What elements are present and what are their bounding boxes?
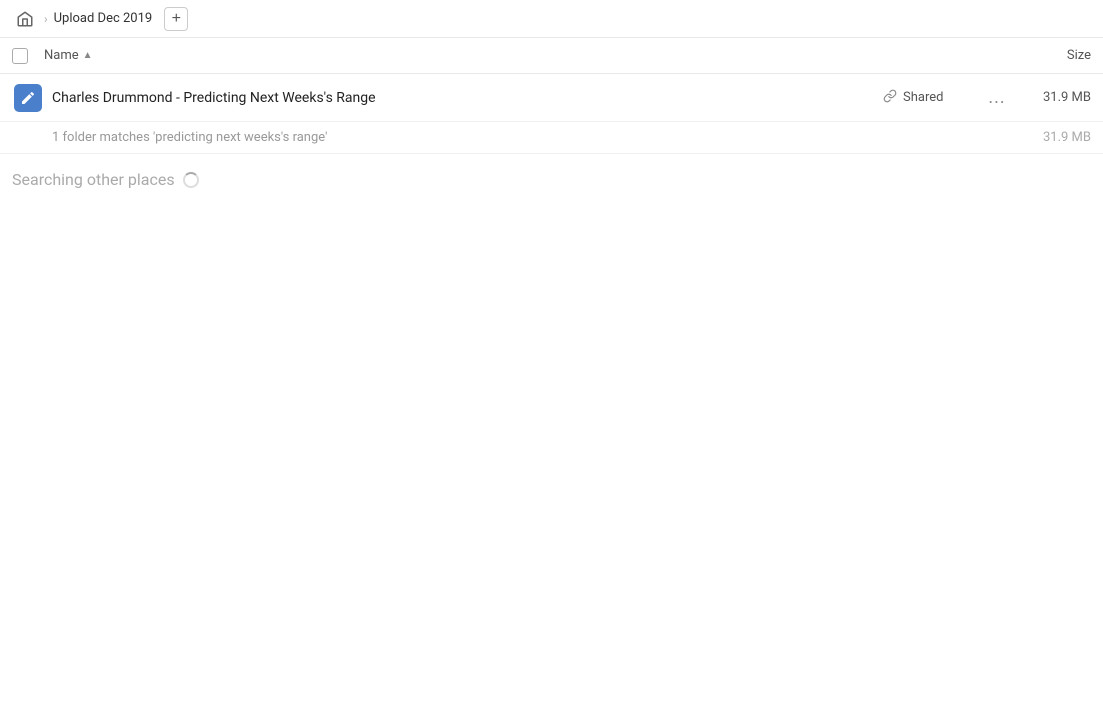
more-options-button[interactable]: ... xyxy=(983,84,1011,112)
select-all-checkbox-cell xyxy=(12,48,44,64)
loading-spinner xyxy=(183,172,199,188)
shared-label: Shared xyxy=(903,90,943,105)
matches-size: 31.9 MB xyxy=(1011,130,1091,145)
column-header-row: Name ▲ Size xyxy=(0,38,1103,74)
breadcrumb-separator: › xyxy=(44,12,48,26)
size-column-header[interactable]: Size xyxy=(1011,48,1091,63)
file-shared-cell: Shared xyxy=(883,89,983,107)
select-all-checkbox[interactable] xyxy=(12,48,28,64)
add-button[interactable]: + xyxy=(164,7,188,31)
file-icon xyxy=(14,84,42,112)
file-row[interactable]: Charles Drummond - Predicting Next Weeks… xyxy=(0,74,1103,122)
home-button[interactable] xyxy=(12,6,38,32)
matches-text: 1 folder matches 'predicting next weeks'… xyxy=(52,130,1011,145)
file-name: Charles Drummond - Predicting Next Weeks… xyxy=(44,90,883,106)
name-column-label: Name xyxy=(44,48,79,63)
file-icon-cell xyxy=(12,84,44,112)
matches-row: 1 folder matches 'predicting next weeks'… xyxy=(0,122,1103,154)
searching-row: Searching other places xyxy=(0,154,1103,205)
breadcrumb-bar: › Upload Dec 2019 + xyxy=(0,0,1103,38)
shared-link-icon xyxy=(883,89,897,107)
name-column-header[interactable]: Name ▲ xyxy=(44,48,1011,63)
file-size: 31.9 MB xyxy=(1011,90,1091,105)
searching-text: Searching other places xyxy=(12,170,175,189)
breadcrumb-title: Upload Dec 2019 xyxy=(54,11,153,26)
sort-arrow-icon: ▲ xyxy=(83,50,93,61)
